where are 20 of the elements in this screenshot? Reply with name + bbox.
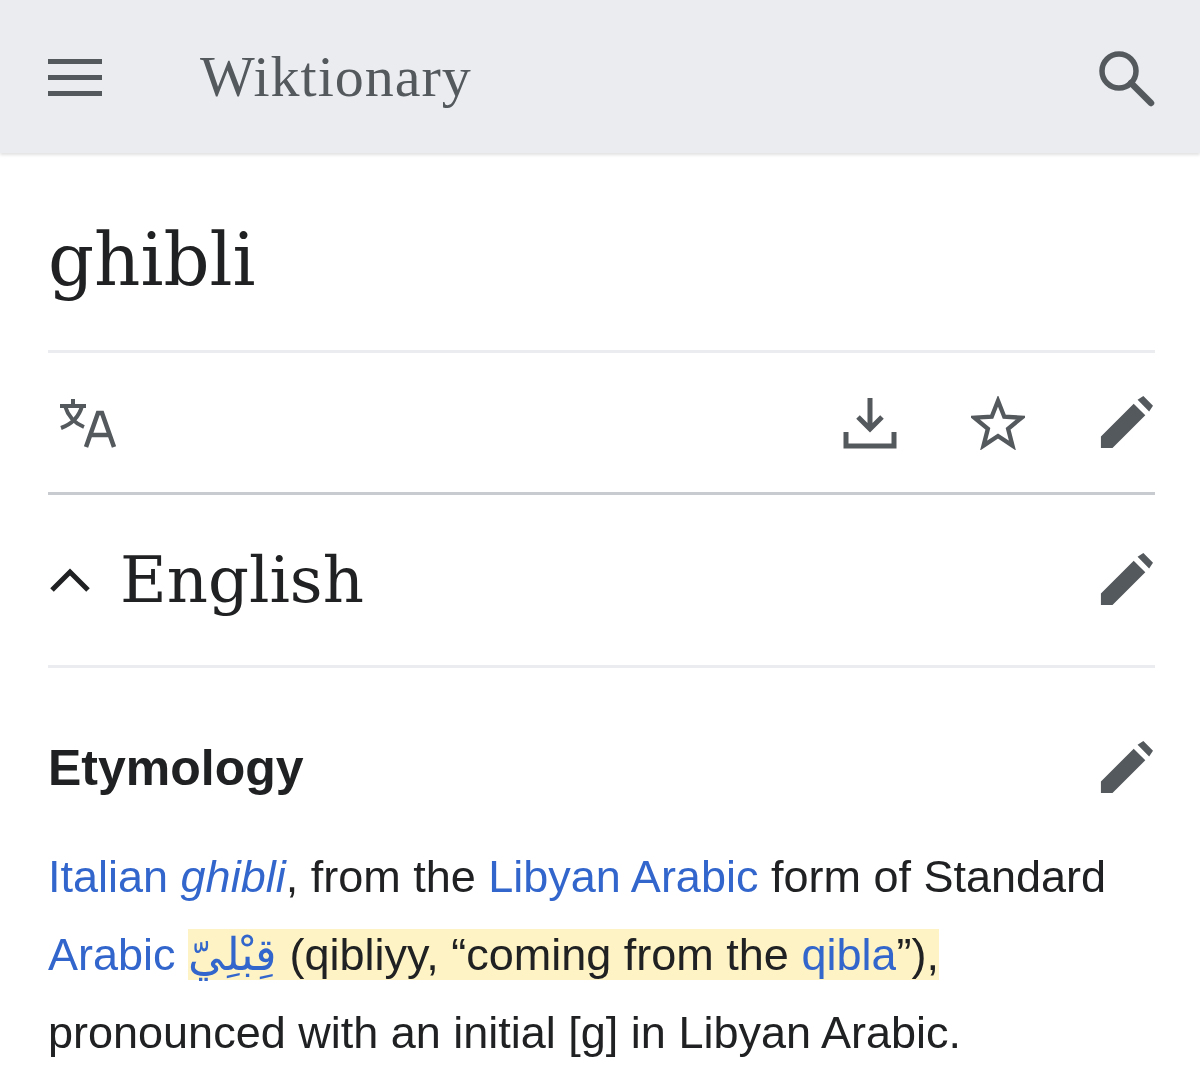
page-title: ghibli bbox=[48, 217, 257, 304]
link[interactable]: Italian bbox=[48, 851, 181, 902]
site-title[interactable]: Wiktionary bbox=[200, 43, 472, 110]
download-icon[interactable] bbox=[843, 395, 897, 450]
subsection-title: Etymology bbox=[48, 739, 304, 797]
edit-icon[interactable] bbox=[1099, 395, 1153, 450]
link[interactable]: qibla bbox=[801, 929, 897, 980]
link[interactable]: Arabic bbox=[48, 929, 189, 980]
edit-icon[interactable] bbox=[1099, 741, 1153, 795]
menu-icon[interactable] bbox=[48, 56, 102, 97]
collapse-icon[interactable] bbox=[48, 566, 92, 594]
link[interactable]: Libyan Arabic bbox=[488, 851, 759, 902]
section-title: English bbox=[120, 543, 364, 617]
link[interactable]: قِبْلِيّ bbox=[188, 929, 278, 980]
highlighted-text: ”), bbox=[896, 929, 939, 980]
edit-icon[interactable] bbox=[1099, 553, 1153, 607]
link[interactable]: ghibli bbox=[180, 851, 286, 902]
star-icon[interactable] bbox=[971, 395, 1025, 450]
language-icon[interactable] bbox=[58, 396, 118, 449]
highlighted-text: (qibliyy, “coming from the bbox=[277, 929, 802, 980]
